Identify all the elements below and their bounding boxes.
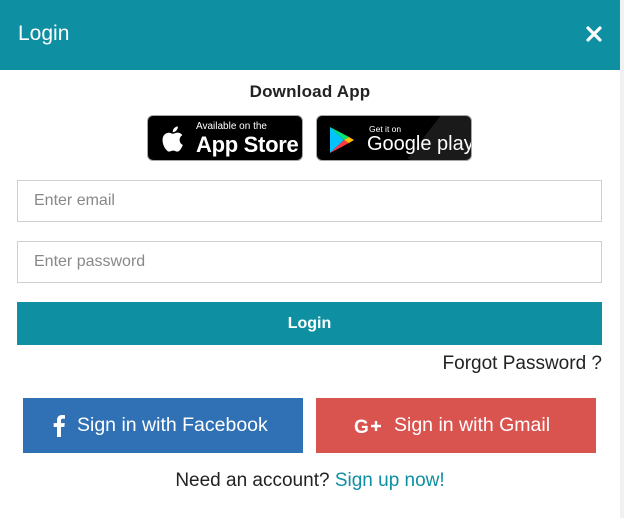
close-icon: [586, 26, 602, 42]
download-app-title: Download App: [249, 82, 371, 101]
app-store-badge[interactable]: Available on the App Store: [147, 115, 303, 161]
modal-header: Login: [0, 0, 620, 70]
forgot-password-link[interactable]: Forgot Password ?: [443, 353, 602, 375]
gmail-signin-button[interactable]: G Sign in with Gmail: [316, 398, 596, 453]
app-store-big-text: App Store: [196, 132, 299, 157]
gmail-signin-label: Sign in with Gmail: [394, 414, 551, 436]
google-play-icon: [330, 127, 354, 153]
scrollbar-track: [620, 0, 624, 518]
google-play-big-text: Google play: [367, 133, 472, 155]
modal-title: Login: [18, 22, 70, 45]
close-button[interactable]: [582, 22, 606, 46]
signup-prompt-text: Need an account?: [175, 470, 330, 491]
login-button[interactable]: Login: [17, 302, 602, 345]
facebook-signin-label: Sign in with Facebook: [77, 414, 268, 436]
google-play-badge[interactable]: Get it on Google play: [316, 115, 472, 161]
password-field[interactable]: [17, 241, 602, 283]
google-plus-icon: G: [354, 398, 384, 453]
email-field[interactable]: [17, 180, 602, 222]
apple-icon: [162, 126, 183, 152]
facebook-signin-button[interactable]: Sign in with Facebook: [23, 398, 303, 453]
login-modal: Login Download App Available on the App …: [0, 0, 624, 518]
signup-link[interactable]: Sign up now!: [335, 470, 445, 491]
svg-text:G: G: [354, 417, 369, 436]
facebook-icon: [53, 398, 65, 453]
signup-prompt-line: Need an account? Sign up now!: [0, 470, 620, 492]
